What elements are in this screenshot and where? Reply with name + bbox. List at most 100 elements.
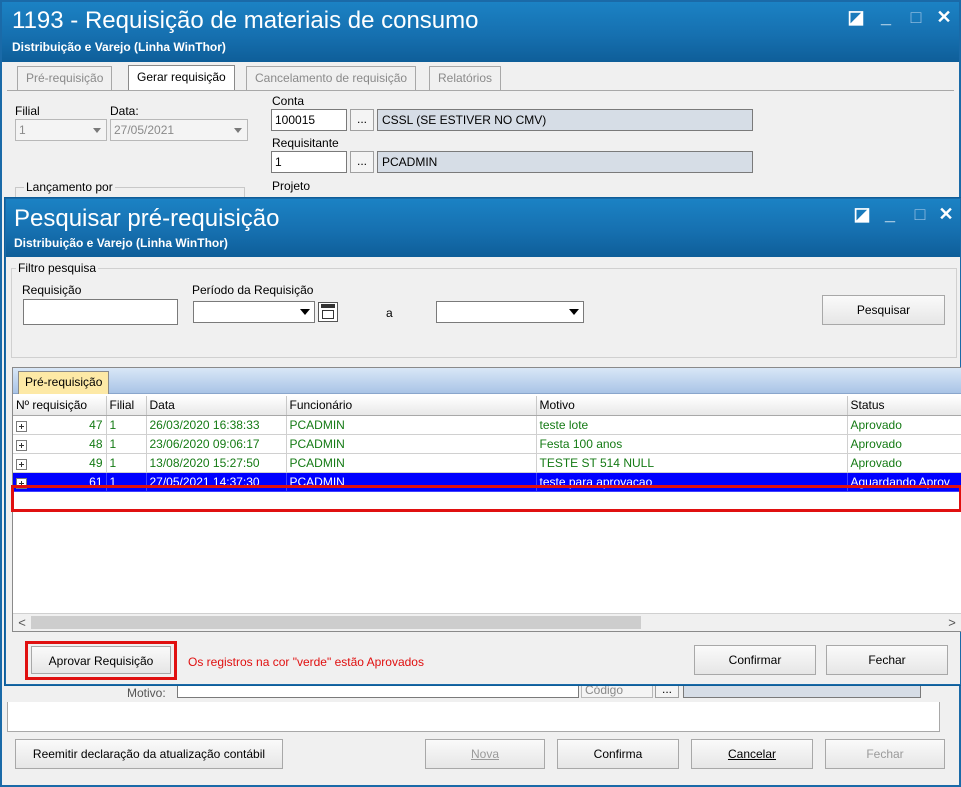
periodo-inicio-field[interactable] bbox=[193, 301, 315, 323]
requisicao-input[interactable] bbox=[23, 299, 178, 325]
col-data[interactable]: Data bbox=[146, 396, 287, 416]
chevron-down-icon bbox=[234, 128, 242, 133]
filial-cell: 1 bbox=[106, 415, 147, 435]
funcionario-cell: PCADMIN bbox=[286, 453, 537, 473]
conta-lookup-button[interactable]: ... bbox=[350, 109, 374, 131]
motivo-cell: Festa 100 anos bbox=[536, 434, 848, 454]
minimize-icon[interactable]: _ bbox=[879, 205, 901, 223]
pesquisar-button[interactable]: Pesquisar bbox=[822, 295, 945, 325]
col-funcionario[interactable]: Funcionário bbox=[286, 396, 537, 416]
requisicao-label: Requisição bbox=[22, 283, 82, 297]
expand-icon[interactable] bbox=[16, 439, 27, 451]
nova-label: Nova bbox=[470, 747, 499, 761]
dialog-titlebar: Pesquisar pré-requisição Distribuição e … bbox=[6, 199, 960, 257]
table-row[interactable]: 47 1 26/03/2020 16:38:33 PCADMIN teste l… bbox=[13, 415, 961, 435]
window-subtitle: Distribuição e Varejo (Linha WinThor) bbox=[12, 40, 226, 54]
cancelar-button[interactable]: Cancelar bbox=[691, 739, 813, 769]
window-title: 1193 - Requisição de materiais de consum… bbox=[12, 7, 479, 34]
data-cell: 23/06/2020 09:06:17 bbox=[146, 434, 287, 454]
status-cell: Aprovado bbox=[847, 453, 961, 473]
aprovar-highlight bbox=[25, 641, 177, 680]
maximize-icon[interactable]: □ bbox=[909, 205, 931, 223]
legend-text: Os registros na cor "verde" estão Aprova… bbox=[188, 655, 424, 669]
dialog-subtitle: Distribuição e Varejo (Linha WinThor) bbox=[14, 236, 228, 250]
table-row[interactable]: 49 1 13/08/2020 15:27:50 PCADMIN TESTE S… bbox=[13, 453, 961, 473]
data-select[interactable]: 27/05/2021 bbox=[110, 119, 248, 141]
horizontal-scrollbar[interactable]: < > bbox=[13, 613, 961, 631]
fechar-main-button[interactable]: Fechar bbox=[825, 739, 945, 769]
restore-icon[interactable]: ◪ bbox=[851, 205, 873, 223]
motivo-label: Motivo: bbox=[127, 686, 166, 700]
num-value: 47 bbox=[89, 417, 103, 432]
filial-cell: 1 bbox=[106, 453, 147, 473]
tab-pre-requisicao[interactable]: Pré-requisição bbox=[17, 66, 113, 90]
num-cell: 48 bbox=[13, 434, 107, 454]
projeto-label: Projeto bbox=[272, 179, 311, 193]
data-cell: 13/08/2020 15:27:50 bbox=[146, 453, 287, 473]
calendar-icon[interactable] bbox=[318, 302, 338, 322]
a-label: a bbox=[386, 306, 393, 320]
gerar-requisicao-panel: Filial 1 Data: 27/05/2021 Conta 100015 .… bbox=[7, 90, 954, 207]
conta-input[interactable]: 100015 bbox=[271, 109, 347, 131]
main-tabs: Pré-requisição Gerar requisição Cancelam… bbox=[7, 65, 954, 91]
filtro-pesquisa-label: Filtro pesquisa bbox=[16, 261, 99, 275]
chevron-down-icon[interactable] bbox=[300, 309, 310, 315]
tab-cancelamento[interactable]: Cancelamento de requisição bbox=[246, 66, 417, 90]
requisicoes-table: Nº requisição Filial Data Funcionário Mo… bbox=[13, 396, 961, 492]
conta-label: Conta bbox=[272, 94, 305, 108]
table-header: Nº requisição Filial Data Funcionário Mo… bbox=[13, 396, 961, 416]
fechar-button[interactable]: Fechar bbox=[826, 645, 948, 675]
dialog-title: Pesquisar pré-requisição bbox=[14, 205, 280, 232]
confirma-button[interactable]: Confirma bbox=[557, 739, 679, 769]
reemitir-declaracao-button[interactable]: Reemitir declaração da atualização contá… bbox=[15, 739, 283, 769]
col-motivo[interactable]: Motivo bbox=[536, 396, 848, 416]
pesquisar-dialog: Pesquisar pré-requisição Distribuição e … bbox=[5, 198, 961, 685]
close-icon[interactable]: ✕ bbox=[935, 205, 957, 223]
filial-cell: 1 bbox=[106, 434, 147, 454]
data-value: 27/05/2021 bbox=[114, 123, 175, 137]
funcionario-cell: PCADMIN bbox=[286, 415, 537, 435]
tab-pre-requisicao-grid[interactable]: Pré-requisição bbox=[18, 371, 110, 394]
scroll-thumb[interactable] bbox=[31, 616, 641, 629]
motivo-area bbox=[7, 702, 940, 732]
chevron-down-icon bbox=[93, 128, 101, 133]
periodo-label: Período da Requisição bbox=[192, 283, 314, 297]
requisitante-input[interactable]: 1 bbox=[271, 151, 347, 173]
lancamento-label: Lançamento por bbox=[24, 180, 115, 194]
bottom-area: Motivo: Código ... Reemitir declaração d… bbox=[7, 682, 954, 780]
tab-relatorios[interactable]: Relatórios bbox=[429, 66, 502, 90]
filial-select[interactable]: 1 bbox=[15, 119, 107, 141]
nova-button[interactable]: Nova bbox=[425, 739, 545, 769]
window-titlebar: 1193 - Requisição de materiais de consum… bbox=[2, 2, 959, 62]
num-value: 49 bbox=[89, 455, 103, 470]
expand-icon[interactable] bbox=[16, 420, 27, 432]
requisitante-label: Requisitante bbox=[272, 136, 339, 150]
scroll-right-icon[interactable]: > bbox=[943, 614, 961, 632]
cancelar-label: Cancelar bbox=[727, 747, 777, 761]
scroll-left-icon[interactable]: < bbox=[13, 614, 31, 632]
maximize-icon[interactable]: □ bbox=[905, 8, 927, 26]
status-cell: Aprovado bbox=[847, 434, 961, 454]
motivo-cell: TESTE ST 514 NULL bbox=[536, 453, 848, 473]
tab-gerar-requisicao[interactable]: Gerar requisição bbox=[128, 65, 235, 91]
close-icon[interactable]: ✕ bbox=[933, 8, 955, 26]
col-status[interactable]: Status bbox=[847, 396, 961, 416]
chevron-down-icon[interactable] bbox=[569, 309, 579, 315]
num-cell: 47 bbox=[13, 415, 107, 435]
table-row[interactable]: 48 1 23/06/2020 09:06:17 PCADMIN Festa 1… bbox=[13, 434, 961, 454]
confirmar-button[interactable]: Confirmar bbox=[694, 645, 816, 675]
minimize-icon[interactable]: _ bbox=[875, 8, 897, 26]
funcionario-cell: PCADMIN bbox=[286, 434, 537, 454]
col-num-requisicao[interactable]: Nº requisição bbox=[13, 396, 107, 416]
periodo-fim-field[interactable] bbox=[436, 301, 584, 323]
grid-tabstrip: Pré-requisição bbox=[13, 368, 961, 394]
filial-value: 1 bbox=[19, 123, 26, 137]
restore-icon[interactable]: ◪ bbox=[845, 8, 867, 26]
col-filial[interactable]: Filial bbox=[106, 396, 147, 416]
data-label: Data: bbox=[110, 104, 139, 118]
expand-icon[interactable] bbox=[16, 458, 27, 470]
num-value: 48 bbox=[89, 436, 103, 451]
data-cell: 26/03/2020 16:38:33 bbox=[146, 415, 287, 435]
requisitante-lookup-button[interactable]: ... bbox=[350, 151, 374, 173]
requisitante-description: PCADMIN bbox=[377, 151, 753, 173]
